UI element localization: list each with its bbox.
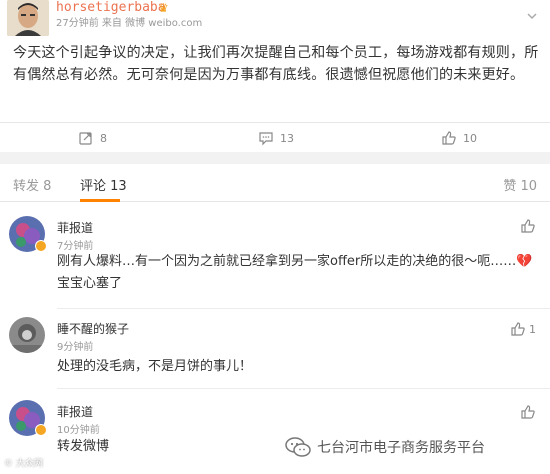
comment-author[interactable]: 菲报道 [57, 403, 93, 420]
verified-badge-icon [35, 240, 47, 252]
comment-icon [259, 132, 273, 146]
repost-icon [79, 132, 92, 145]
author-avatar[interactable] [7, 0, 49, 36]
repost-count: 8 [100, 131, 107, 145]
wechat-icon [285, 437, 311, 457]
comment-time: 7分钟前 [57, 241, 94, 252]
author-username[interactable]: horsetigerbaba [56, 0, 166, 15]
comment-like-button[interactable] [520, 218, 536, 234]
comment-button[interactable]: 13 [258, 123, 294, 153]
tab-like[interactable]: 赞 10 [503, 175, 537, 194]
interaction-tabs: 转发 8 评论 13 赞 10 [0, 164, 550, 202]
chevron-down-icon[interactable] [526, 10, 538, 22]
verified-badge-icon [35, 424, 47, 436]
comment-time: 10分钟前 [57, 425, 100, 436]
like-button[interactable]: 10 [441, 123, 477, 153]
comment-count: 13 [280, 131, 294, 145]
broken-heart-icon: 💔 [516, 254, 533, 269]
platform-name: 七台河市电子商务服务平台 [317, 440, 485, 456]
comment-text-tail: 宝宝心塞了 [57, 276, 123, 291]
thumbs-up-icon [521, 405, 535, 419]
like-count: 10 [463, 131, 477, 145]
comment-like-button[interactable]: 1 [510, 321, 536, 337]
platform-watermark: 七台河市电子商务服务平台 [285, 436, 485, 458]
divider [57, 388, 550, 389]
comment-author[interactable]: 睡不醒的猴子 [57, 320, 129, 337]
post-text: 今天这个引起争议的决定，让我们再次提醒自己和每个员工，每场游戏都有规则，所有偶然… [13, 45, 539, 83]
tab-comment[interactable]: 评论 13 [80, 175, 127, 194]
comment-time: 9分钟前 [57, 342, 94, 353]
comment-text: 刚有人爆料…有一个因为之前就已经拿到另一家offer所以走的决绝的很～呃……💔 宝… [57, 251, 543, 295]
comment-text-main: 刚有人爆料…有一个因为之前就已经拿到另一家offer所以走的决绝的很～呃…… [57, 254, 517, 269]
comment-like-button[interactable] [520, 404, 536, 420]
source-watermark: © 大众网 [4, 459, 43, 469]
crown-icon: ♛ [158, 1, 169, 15]
comment-author[interactable]: 菲报道 [57, 219, 93, 236]
repost-button[interactable]: 8 [78, 123, 107, 153]
comment-list: 菲报道 7分钟前 刚有人爆料…有一个因为之前就已经拿到另一家offer所以走的决… [0, 202, 550, 474]
thumbs-up-icon [511, 322, 525, 336]
comment-like-count: 1 [529, 322, 536, 336]
thumbs-up-icon [521, 219, 535, 233]
avatar[interactable] [9, 317, 45, 353]
post-meta: 27分钟前 来自 微博 weibo.com [56, 18, 203, 29]
weibo-post: horsetigerbaba ♛ 27分钟前 来自 微博 weibo.com 今… [0, 0, 550, 152]
post-actions-bar: 8 13 10 [0, 122, 550, 152]
tab-repost[interactable]: 转发 8 [13, 175, 51, 194]
comment-text: 处理的没毛病，不是月饼的事儿！ [57, 359, 253, 374]
divider [57, 308, 550, 309]
thumbs-up-icon [442, 131, 456, 145]
